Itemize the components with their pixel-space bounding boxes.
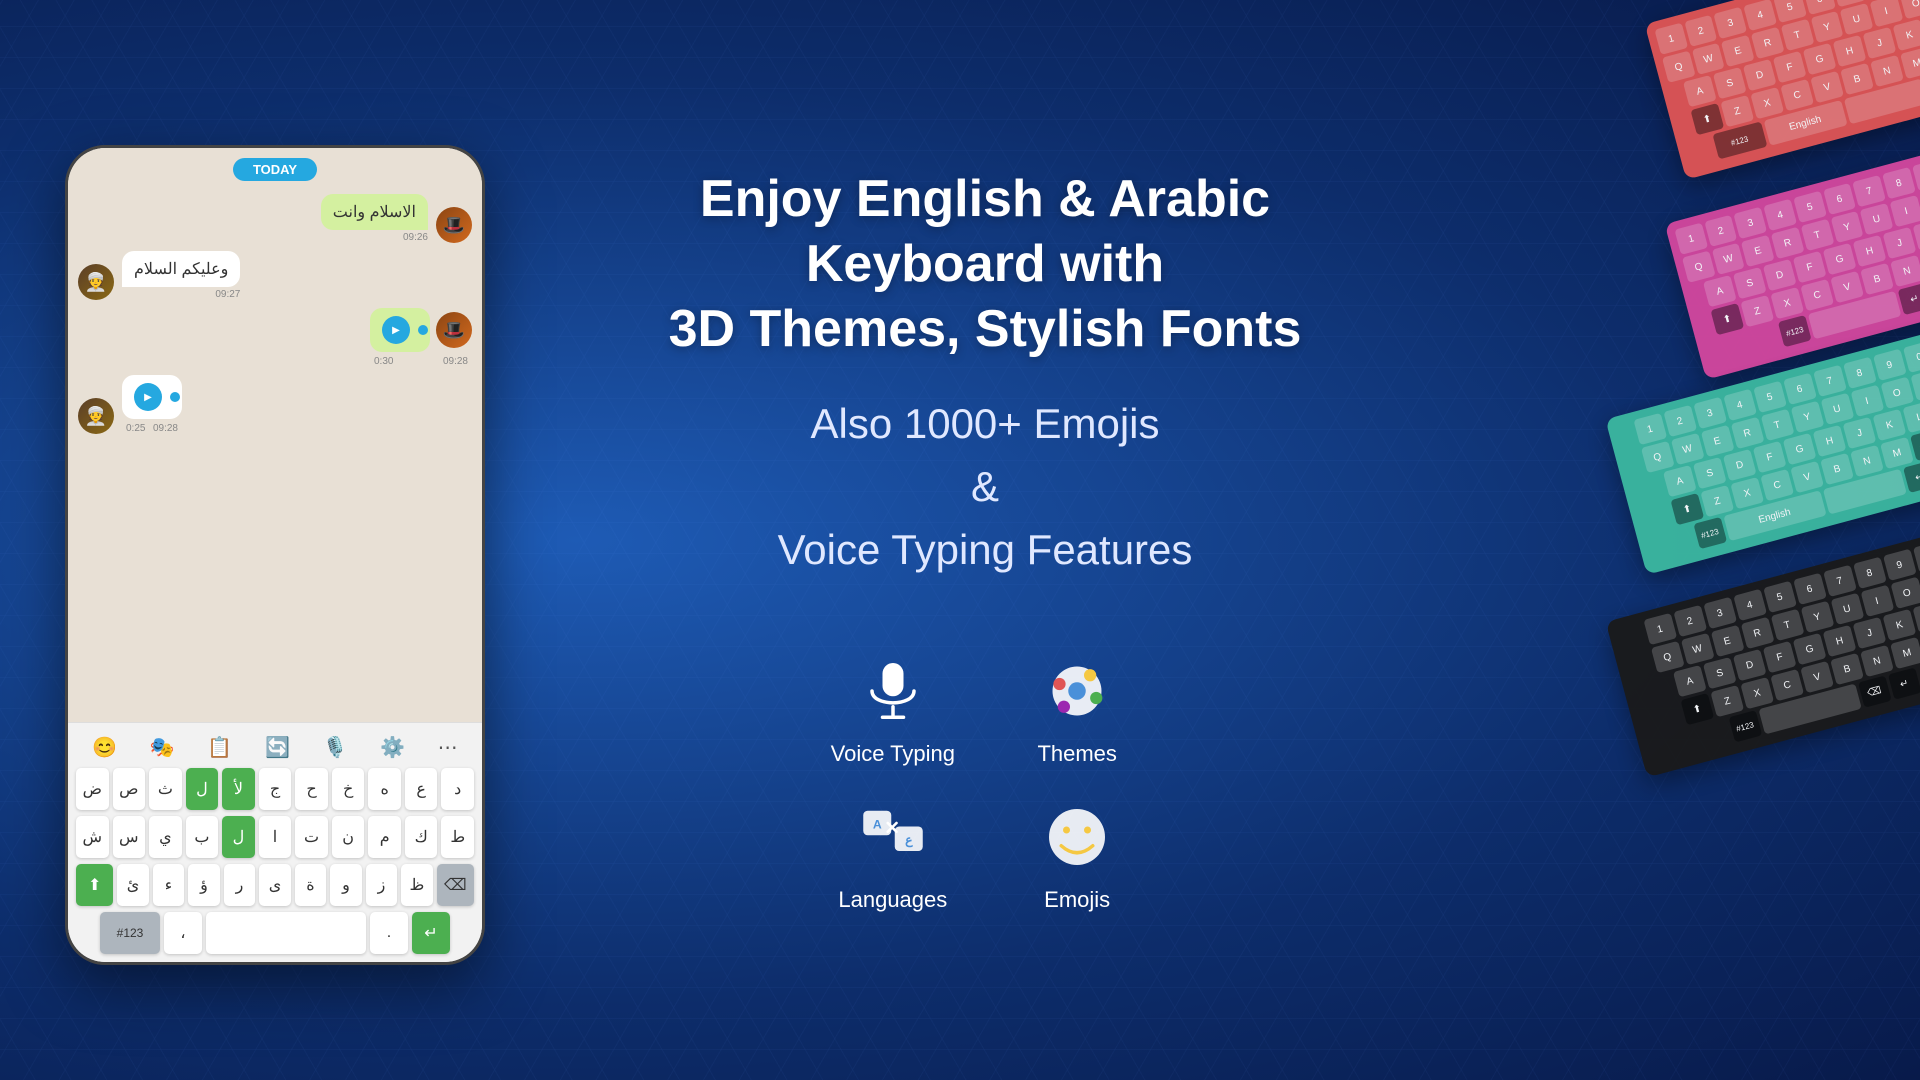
voice-message-left: 👳 ▶ 0:25 09:28 — [78, 375, 472, 434]
key-numbers[interactable]: #123 — [100, 912, 160, 954]
emoji-svg — [1042, 802, 1112, 872]
keyboard-area: 😊 🎭 📋 🔄 🎙️ ⚙️ ⋯ ض ص ث ل ل — [68, 722, 482, 962]
voice-typing-label: Voice Typing — [831, 741, 955, 767]
keyboard-row-4: #123 ، . ↵ — [76, 912, 474, 954]
key-la[interactable]: لأ — [222, 768, 255, 810]
key-zain[interactable]: ز — [366, 864, 397, 906]
key-jeem[interactable]: ج — [259, 768, 292, 810]
key-lam[interactable]: ل — [186, 768, 219, 810]
key-alef2[interactable]: ى — [259, 864, 290, 906]
key-sheen[interactable]: ش — [76, 816, 109, 858]
keyboard-theme-pink: 1234567890 QWERTYUIOP ASDFGHJKL ⬆ZXCVBNM… — [1665, 141, 1920, 379]
feature-voice-typing: Voice Typing — [831, 651, 955, 767]
play-button-right[interactable]: ▶ — [382, 316, 410, 344]
languages-icon: A ع — [853, 797, 933, 877]
avatar-left: 👳 — [78, 264, 114, 300]
key-ain[interactable]: ع — [405, 768, 438, 810]
voice-message-right: ▶ 🎩 0:30 09:28 — [78, 308, 472, 367]
emojis-label: Emojis — [1044, 887, 1110, 913]
key-ta[interactable]: ت — [295, 816, 328, 858]
avatar-voice-right: 🎩 — [436, 312, 472, 348]
keyboard-row-3: ⬆ ئ ء ؤ ر ى ة و ز ظ ⌫ — [76, 864, 474, 906]
more-toolbar-icon[interactable]: ⋯ — [438, 735, 458, 760]
key-backspace[interactable]: ⌫ — [437, 864, 474, 906]
subheadline: Also 1000+ Emojis&Voice Typing Features — [778, 392, 1193, 581]
languages-svg: A ع — [858, 802, 928, 872]
key-dha[interactable]: ظ — [401, 864, 432, 906]
waveform-progress-left — [170, 392, 180, 402]
key-kha[interactable]: خ — [332, 768, 365, 810]
chat-bubble-right: الاسلام وانت — [321, 194, 428, 230]
key-ya[interactable]: ي — [149, 816, 182, 858]
message-right-1: الاسلام وانت 09:26 🎩 — [78, 194, 472, 243]
phone-screen: TODAY الاسلام وانت 09:26 🎩 👳 — [68, 148, 482, 962]
themes-icon — [1037, 651, 1117, 731]
feature-languages: A ع Languages — [831, 797, 955, 913]
voice-bubble-left: ▶ — [122, 375, 182, 419]
keyboard-row-1: ض ص ث ل لأ ج ح خ ه ع د — [76, 768, 474, 810]
emojis-icon — [1037, 797, 1117, 877]
right-section: 1234567890 QWERTYUIOP ASDFGHJKL ⬆ZXCVBNM… — [1420, 0, 1920, 1080]
play-button-left[interactable]: ▶ — [134, 383, 162, 411]
key-dad2[interactable]: د — [441, 768, 474, 810]
avatar-voice-left: 👳 — [78, 398, 114, 434]
key-noon[interactable]: ن — [332, 816, 365, 858]
key-ra[interactable]: ر — [224, 864, 255, 906]
emoji-toolbar-icon[interactable]: 😊 — [92, 735, 117, 760]
center-section: Enjoy English & ArabicKeyboard with3D Th… — [550, 0, 1420, 1080]
mic-toolbar-icon[interactable]: 🎙️ — [323, 735, 348, 760]
chat-bubble-left: وعليكم السلام — [122, 251, 240, 287]
key-alef[interactable]: ا — [259, 816, 292, 858]
headline: Enjoy English & ArabicKeyboard with3D Th… — [669, 167, 1302, 362]
waveform-progress-right — [418, 325, 428, 335]
key-space[interactable] — [206, 912, 366, 954]
svg-text:ع: ع — [905, 833, 913, 848]
settings-toolbar-icon[interactable]: ⚙️ — [380, 735, 405, 760]
key-waw[interactable]: ؤ — [188, 864, 219, 906]
key-ta3[interactable]: ة — [295, 864, 326, 906]
chat-area: TODAY الاسلام وانت 09:26 🎩 👳 — [68, 148, 482, 722]
key-ba[interactable]: ب — [186, 816, 219, 858]
keyboard-row-2: ش س ي ب ل ا ت ن م ك ط — [76, 816, 474, 858]
themes-container: 1234567890 QWERTYUIOP ASDFGHJKL ⬆ZXCVBNM… — [1420, 0, 1920, 1080]
voice-bubble-right: ▶ — [370, 308, 430, 352]
sticker-toolbar-icon[interactable]: 🎭 — [150, 735, 175, 760]
key-sad[interactable]: ص — [113, 768, 146, 810]
key-lam2[interactable]: ل — [222, 816, 255, 858]
key-ya2[interactable]: ئ — [117, 864, 148, 906]
svg-text:A: A — [873, 817, 882, 831]
phone-mockup: TODAY الاسلام وانت 09:26 🎩 👳 — [65, 145, 485, 965]
left-section: TODAY الاسلام وانت 09:26 🎩 👳 — [0, 0, 550, 1080]
mic-svg — [858, 656, 928, 726]
keyboard-rows: ض ص ث ل لأ ج ح خ ه ع د ش — [76, 768, 474, 954]
avatar-right: 🎩 — [436, 207, 472, 243]
key-dad[interactable]: ض — [76, 768, 109, 810]
key-enter[interactable]: ↵ — [412, 912, 450, 954]
today-badge: TODAY — [233, 158, 317, 181]
key-kaf[interactable]: ك — [405, 816, 438, 858]
keyboard-theme-red: 1234567890 QWERTYUIOP ASDFGHJKL ⬆ZXCVBNM… — [1645, 0, 1920, 180]
key-meem[interactable]: م — [368, 816, 401, 858]
key-hamza[interactable]: ء — [153, 864, 184, 906]
translate-toolbar-icon[interactable]: 🔄 — [265, 735, 290, 760]
clipboard-toolbar-icon[interactable]: 📋 — [207, 735, 232, 760]
key-tha[interactable]: ث — [149, 768, 182, 810]
key-ta2[interactable]: ط — [441, 816, 474, 858]
languages-label: Languages — [838, 887, 947, 913]
key-comma[interactable]: ، — [164, 912, 202, 954]
voice-typing-icon — [853, 651, 933, 731]
key-period[interactable]: . — [370, 912, 408, 954]
key-ha[interactable]: ح — [295, 768, 328, 810]
themes-label: Themes — [1037, 741, 1116, 767]
key-he[interactable]: ه — [368, 768, 401, 810]
message-left-1: 👳 وعليكم السلام 09:27 — [78, 251, 472, 300]
features-grid: Voice Typing Themes A — [831, 651, 1140, 913]
feature-themes: Themes — [1015, 651, 1139, 767]
key-seen[interactable]: س — [113, 816, 146, 858]
key-shift[interactable]: ⬆ — [76, 864, 113, 906]
feature-emojis: Emojis — [1015, 797, 1139, 913]
key-waw2[interactable]: و — [330, 864, 361, 906]
palette-svg — [1042, 656, 1112, 726]
keyboard-toolbar: 😊 🎭 📋 🔄 🎙️ ⚙️ ⋯ — [76, 731, 474, 768]
